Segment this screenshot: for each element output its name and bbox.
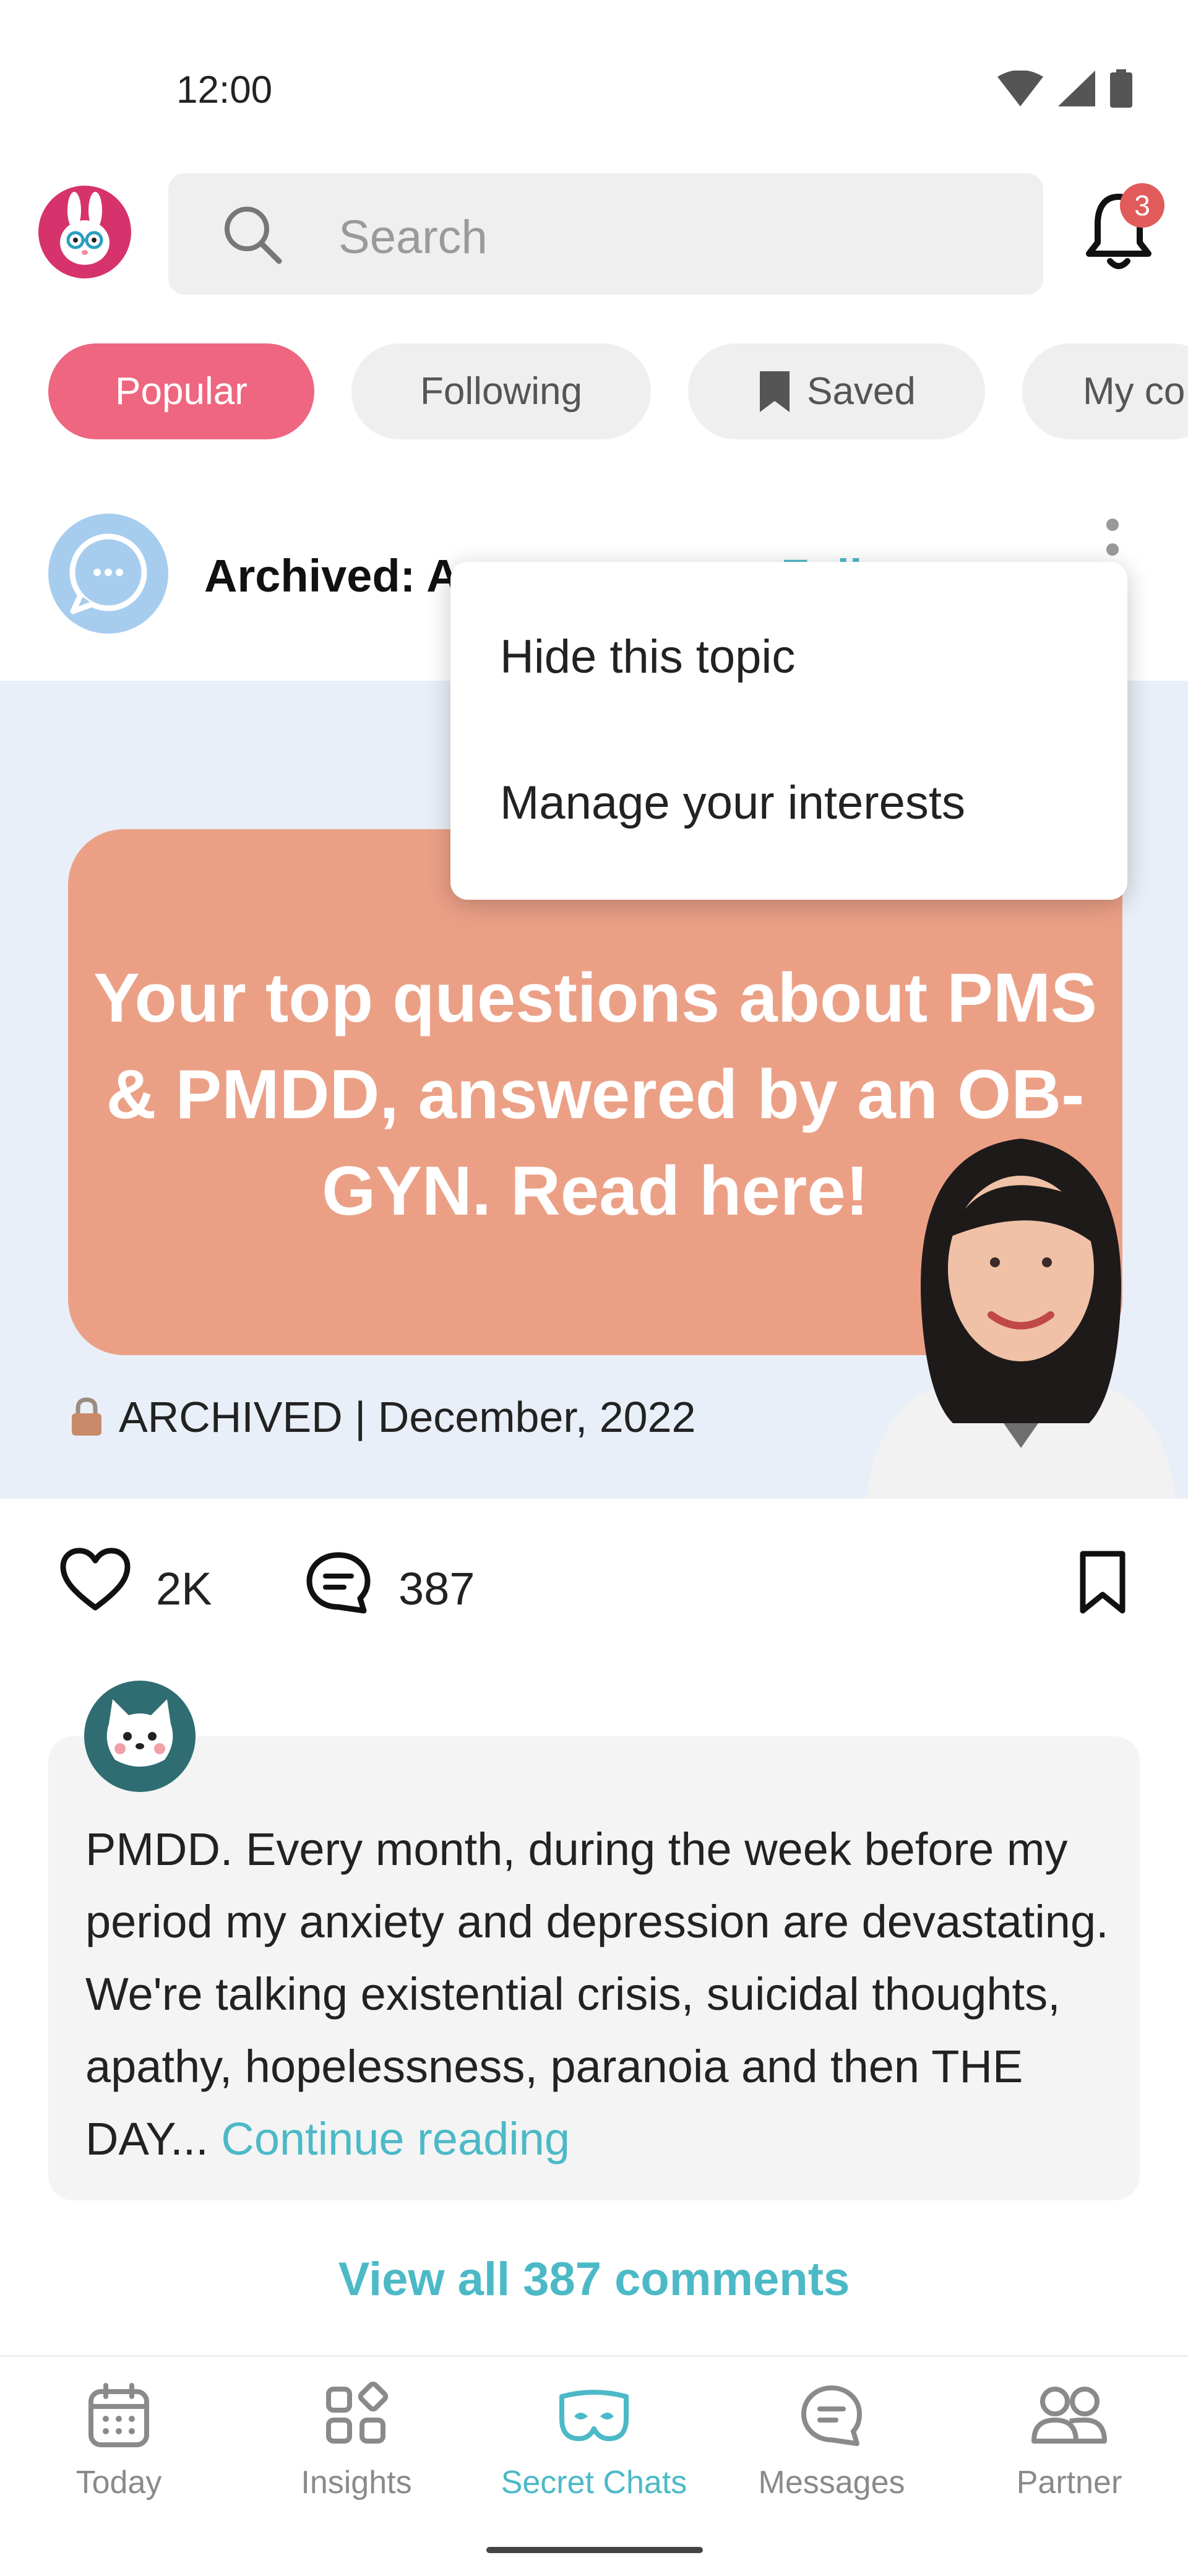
people-icon [1031,2387,1107,2444]
comment-text: PMDD. Every month, during the week befor… [85,1813,1113,2175]
notification-badge: 3 [1120,183,1164,228]
search-input[interactable]: Search [168,173,1043,295]
menu-item-hide-topic[interactable]: Hide this topic [500,630,795,684]
nav-label: Today [75,2465,162,2501]
nav-secret-chats[interactable]: Secret Chats [475,2382,713,2501]
chat-icon [801,2385,862,2446]
nav-label: Secret Chats [501,2465,687,2501]
heart-icon [60,1548,131,1611]
continue-reading-link[interactable]: Continue reading [221,2113,570,2165]
topic-options-menu: Hide this topic Manage your interests [450,562,1127,900]
mask-icon [559,2390,629,2441]
home-indicator[interactable] [486,2547,703,2553]
tab-label: Saved [807,370,916,413]
profile-avatar[interactable] [38,186,131,278]
nav-partner[interactable]: Partner [950,2382,1188,2501]
signal-icon [1058,71,1095,106]
bottom-navigation: Today Insights Secret Chats Messages Par… [0,2355,1188,2576]
archived-text: ARCHIVED | December, 2022 [119,1393,696,1441]
status-time: 12:00 [176,69,273,111]
commenter-avatar[interactable] [84,1681,196,1792]
tab-label: Following [420,370,582,413]
tab-saved[interactable]: Saved [688,343,985,439]
menu-item-manage-interests[interactable]: Manage your interests [500,776,965,830]
tab-label: Popular [115,370,248,413]
tab-popular[interactable]: Popular [48,343,314,439]
like-count: 2K [156,1563,212,1614]
status-icons [997,69,1132,108]
search-icon [225,207,282,264]
bookmark-button[interactable] [1078,1550,1127,1619]
nav-insights[interactable]: Insights [238,2381,475,2501]
lock-icon [72,1397,101,1436]
battery-icon [1110,69,1132,108]
nav-label: Messages [758,2465,905,2501]
doctor-photo [854,1114,1188,1499]
archived-label: ARCHIVED | December, 2022 [69,1392,695,1442]
tab-my-communities[interactable]: My co [1022,343,1188,439]
bunny-avatar-icon [60,192,110,265]
doctor-portrait-icon [866,1139,1176,1499]
cat-avatar-icon [106,1699,173,1767]
chat-bubble-icon [69,533,147,614]
nav-label: Insights [301,2465,412,2501]
search-placeholder: Search [338,211,488,264]
grid-icon [326,2381,389,2444]
bookmark-filled-icon [760,371,790,412]
calendar-icon [88,2383,149,2447]
nav-today[interactable]: Today [0,2382,238,2501]
nav-label: Partner [1016,2465,1122,2501]
comment-count: 387 [398,1563,475,1614]
topic-title[interactable]: Archived: A [204,549,460,602]
wifi-icon [997,71,1043,106]
comment-icon [306,1552,371,1614]
nav-messages[interactable]: Messages [713,2382,950,2501]
topic-icon[interactable] [48,514,168,634]
tab-label: My co [1083,370,1186,413]
view-all-comments-link[interactable]: View all 387 comments [0,2252,1188,2306]
like-button[interactable] [59,1547,131,1616]
bookmark-icon [1080,1551,1126,1614]
comment-button[interactable] [304,1550,372,1619]
tab-following[interactable]: Following [351,343,651,439]
